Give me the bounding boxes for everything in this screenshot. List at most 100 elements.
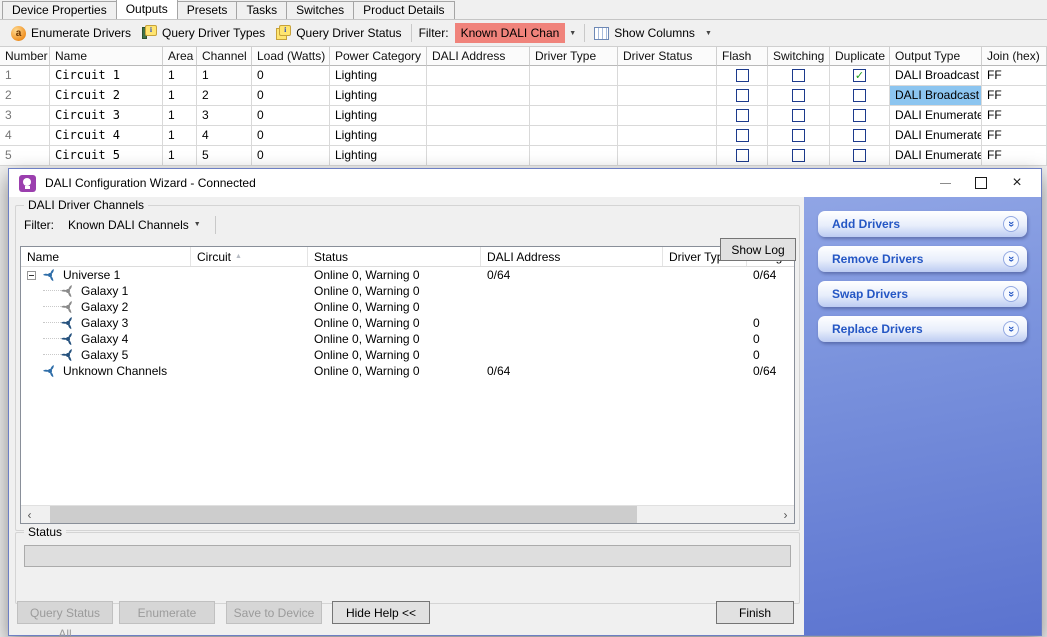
cell-assignment: 0/64 bbox=[747, 267, 795, 283]
tree-column-header-dali-address[interactable]: DALI Address bbox=[481, 247, 663, 266]
dropdown-arrow-icon[interactable]: ▼ bbox=[565, 30, 580, 37]
close-button[interactable]: × bbox=[999, 169, 1035, 197]
grid-filter-dropdown[interactable]: Known DALI Chan bbox=[455, 23, 566, 43]
tree-connector-line bbox=[43, 354, 61, 356]
checkbox-switching[interactable] bbox=[792, 69, 805, 82]
table-row[interactable]: 2Circuit 2120LightingDALI BroadcastFF bbox=[0, 86, 1047, 106]
replace-drivers-button[interactable]: Replace Drivers» bbox=[818, 316, 1027, 342]
checkbox-duplicate[interactable] bbox=[853, 129, 866, 142]
cell-area: 1 bbox=[163, 106, 197, 126]
query-driver-types-button[interactable]: i Query Driver Types bbox=[136, 23, 270, 43]
dialog-filter-dropdown[interactable]: Known DALI Channels ▼ bbox=[62, 215, 207, 235]
column-header-join-hex[interactable]: Join (hex) bbox=[982, 46, 1047, 66]
checkbox-flash[interactable] bbox=[736, 89, 749, 102]
column-header-driver-type[interactable]: Driver Type bbox=[530, 46, 618, 66]
column-header-dali-address[interactable]: DALI Address bbox=[427, 46, 530, 66]
cell-driver_type bbox=[530, 106, 618, 126]
tree-row-galaxy-2[interactable]: Galaxy 2Online 0, Warning 0 bbox=[21, 299, 794, 315]
cell-duplicate bbox=[830, 126, 890, 146]
checkbox-switching[interactable] bbox=[792, 89, 805, 102]
checkbox-duplicate[interactable] bbox=[853, 149, 866, 162]
cell-number: 4 bbox=[0, 126, 50, 146]
query-driver-status-button[interactable]: i Query Driver Status bbox=[270, 23, 406, 43]
maximize-button[interactable] bbox=[963, 169, 999, 197]
tree-connector-line bbox=[43, 338, 61, 340]
minimize-button[interactable] bbox=[927, 169, 963, 197]
column-header-channel[interactable]: Channel bbox=[197, 46, 252, 66]
cell-name: Circuit 4 bbox=[50, 126, 163, 146]
swap-drivers-button[interactable]: Swap Drivers» bbox=[818, 281, 1027, 307]
query-status-all-button[interactable]: Query Status All bbox=[17, 601, 113, 624]
tab-tasks[interactable]: Tasks bbox=[236, 1, 287, 19]
finish-button[interactable]: Finish bbox=[716, 601, 794, 624]
checkbox-duplicate[interactable] bbox=[853, 109, 866, 122]
enumerate-drivers-button[interactable]: a Enumerate Drivers bbox=[6, 24, 136, 43]
tree-column-header-circuit[interactable]: Circuit▲ bbox=[191, 247, 308, 266]
tab-product-details[interactable]: Product Details bbox=[353, 1, 454, 19]
table-row[interactable]: 1Circuit 1110Lighting✓DALI BroadcastFF bbox=[0, 66, 1047, 86]
add-drivers-button[interactable]: Add Drivers» bbox=[818, 211, 1027, 237]
checkbox-switching[interactable] bbox=[792, 149, 805, 162]
checkbox-flash[interactable] bbox=[736, 149, 749, 162]
tree-row-galaxy-1[interactable]: Galaxy 1Online 0, Warning 0 bbox=[21, 283, 794, 299]
show-columns-button[interactable]: Show Columns ▼ bbox=[589, 24, 717, 42]
tree-expander[interactable] bbox=[27, 271, 43, 280]
dropdown-arrow-icon: ▼ bbox=[705, 30, 712, 37]
table-row[interactable]: 4Circuit 4140LightingDALI EnumeratedFF bbox=[0, 126, 1047, 146]
remove-drivers-button[interactable]: Remove Drivers» bbox=[818, 246, 1027, 272]
tab-device-properties[interactable]: Device Properties bbox=[2, 1, 117, 19]
tree-row-galaxy-3[interactable]: Galaxy 3Online 0, Warning 00 bbox=[21, 315, 794, 331]
dialog-title-bar[interactable]: DALI Configuration Wizard - Connected × bbox=[9, 169, 1041, 197]
column-header-number[interactable]: Number bbox=[0, 46, 50, 66]
show-log-button[interactable]: Show Log bbox=[720, 238, 796, 261]
column-header-output-type[interactable]: Output Type bbox=[890, 46, 982, 66]
collapse-icon[interactable] bbox=[27, 271, 36, 280]
scrollbar-track[interactable] bbox=[38, 506, 777, 523]
tab-switches[interactable]: Switches bbox=[286, 1, 354, 19]
cell-load: 0 bbox=[252, 86, 330, 106]
column-header-switching[interactable]: Switching bbox=[768, 46, 830, 66]
checkbox-flash[interactable] bbox=[736, 129, 749, 142]
checkbox-switching[interactable] bbox=[792, 109, 805, 122]
scrollbar-thumb[interactable] bbox=[50, 506, 637, 523]
tree-row-unknown-channels[interactable]: Unknown ChannelsOnline 0, Warning 00/640… bbox=[21, 363, 794, 379]
checkbox-switching[interactable] bbox=[792, 129, 805, 142]
cell-status: Online 0, Warning 0 bbox=[308, 299, 481, 315]
scroll-left-arrow[interactable]: ‹ bbox=[21, 507, 38, 523]
column-header-area[interactable]: Area bbox=[163, 46, 197, 66]
tree-row-universe-1[interactable]: Universe 1Online 0, Warning 00/640/64 bbox=[21, 267, 794, 283]
cell-load: 0 bbox=[252, 146, 330, 166]
horizontal-scrollbar[interactable]: ‹ › bbox=[21, 505, 794, 523]
tab-presets[interactable]: Presets bbox=[177, 1, 238, 19]
cell-load: 0 bbox=[252, 126, 330, 146]
checkbox-flash[interactable] bbox=[736, 69, 749, 82]
column-header-power-category[interactable]: Power Category bbox=[330, 46, 427, 66]
column-header-duplicate[interactable]: Duplicate bbox=[830, 46, 890, 66]
wizard-bulb-icon bbox=[19, 175, 36, 192]
enumerate-button[interactable]: Enumerate bbox=[119, 601, 215, 624]
column-header-driver-status[interactable]: Driver Status bbox=[618, 46, 717, 66]
checkbox-duplicate[interactable] bbox=[853, 89, 866, 102]
cell-assignment: 0 bbox=[747, 315, 795, 331]
show-columns-icon bbox=[594, 27, 609, 40]
checkbox-flash[interactable] bbox=[736, 109, 749, 122]
table-row[interactable]: 3Circuit 3130LightingDALI EnumeratedFF bbox=[0, 106, 1047, 126]
table-row[interactable]: 5Circuit 5150LightingDALI EnumeratedFF bbox=[0, 146, 1047, 166]
cell-power: Lighting bbox=[330, 146, 427, 166]
toolbar-separator bbox=[411, 24, 412, 42]
tree-row-galaxy-4[interactable]: Galaxy 4Online 0, Warning 00 bbox=[21, 331, 794, 347]
tree-column-header-status[interactable]: Status bbox=[308, 247, 481, 266]
cell-assignment: 0/64 bbox=[747, 363, 795, 379]
panel-button-label: Swap Drivers bbox=[818, 287, 1003, 301]
tab-outputs[interactable]: Outputs bbox=[116, 0, 178, 19]
column-header-load-watts[interactable]: Load (Watts) bbox=[252, 46, 330, 66]
scroll-right-arrow[interactable]: › bbox=[777, 507, 794, 523]
hide-help-button[interactable]: Hide Help << bbox=[332, 601, 430, 624]
channel-spiral-icon bbox=[43, 268, 57, 282]
checkbox-duplicate[interactable]: ✓ bbox=[853, 69, 866, 82]
tree-row-galaxy-5[interactable]: Galaxy 5Online 0, Warning 00 bbox=[21, 347, 794, 363]
tree-column-header-name[interactable]: Name bbox=[21, 247, 191, 266]
column-header-flash[interactable]: Flash bbox=[717, 46, 768, 66]
column-header-name[interactable]: Name bbox=[50, 46, 163, 66]
save-to-device-button[interactable]: Save to Device bbox=[226, 601, 322, 624]
